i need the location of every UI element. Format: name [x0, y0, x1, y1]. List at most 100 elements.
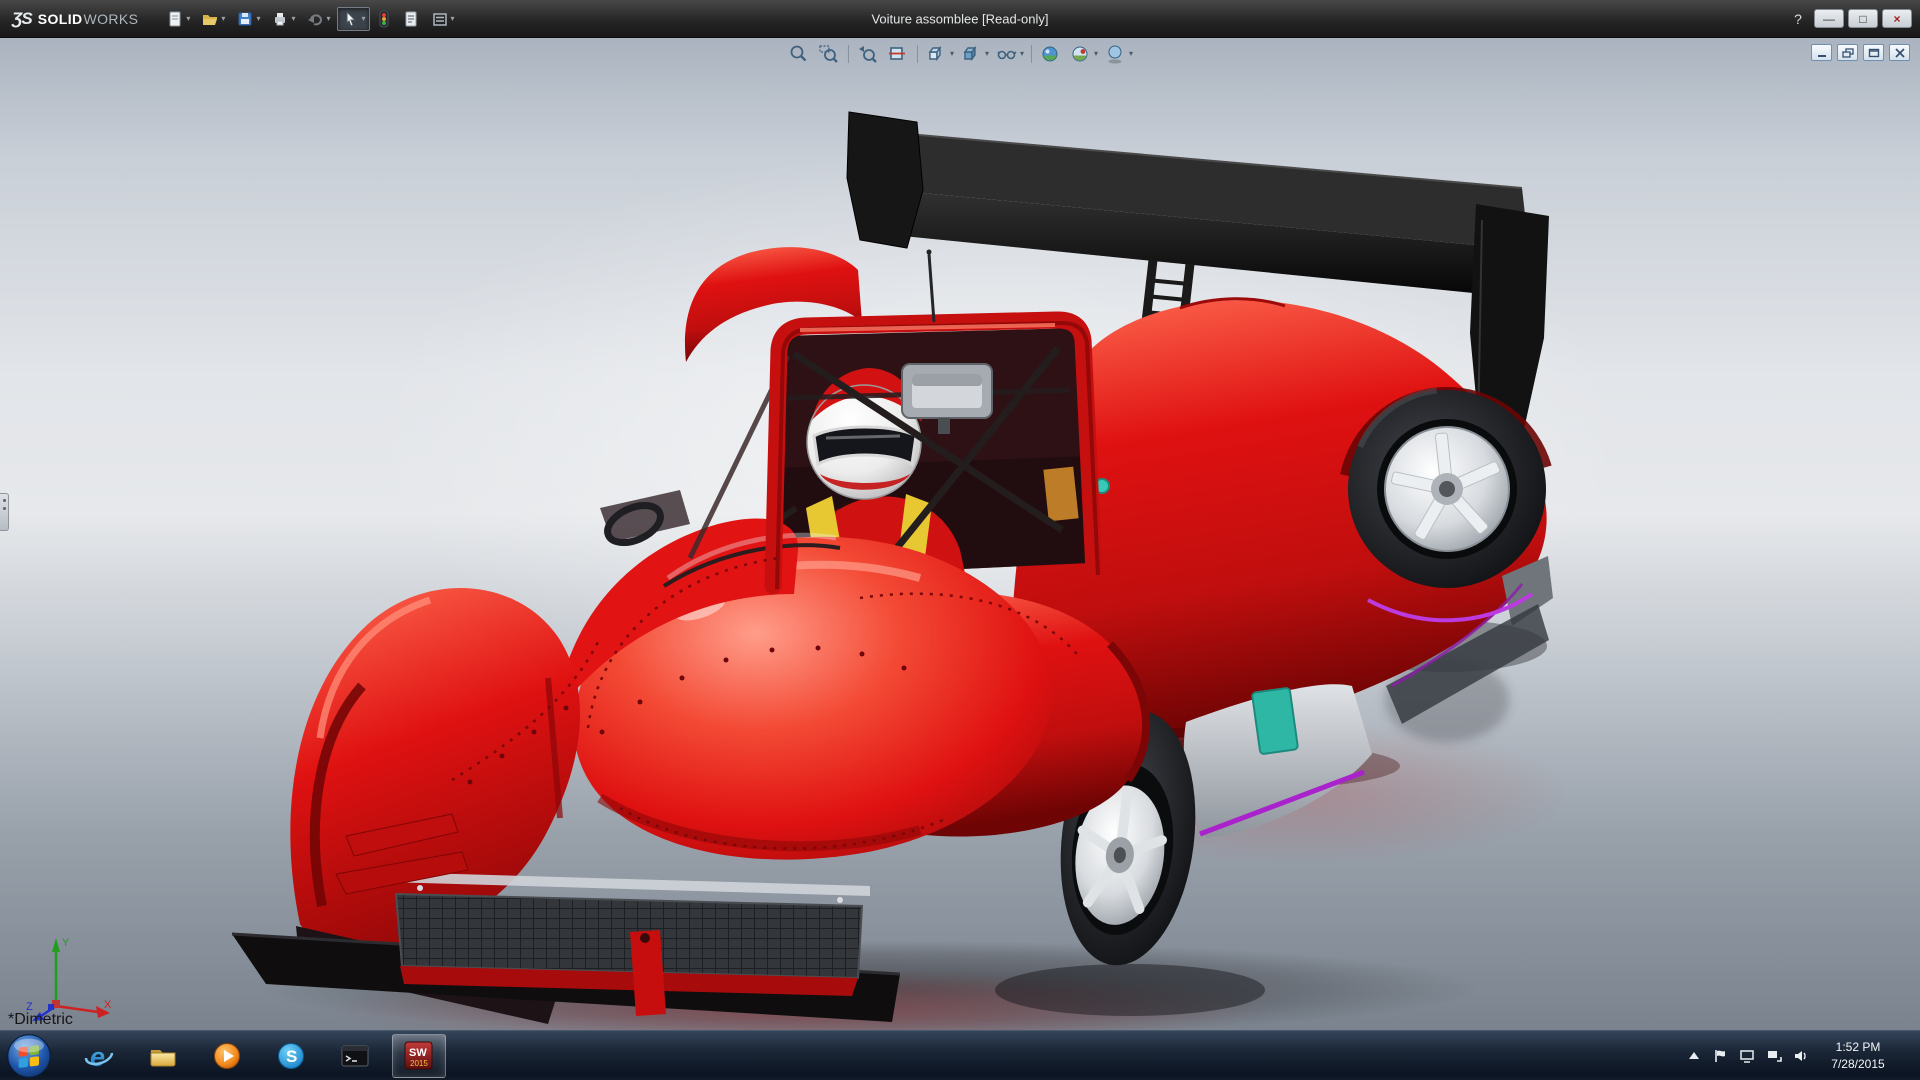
print-icon [271, 10, 289, 28]
doc-close-button[interactable] [1889, 44, 1910, 61]
doc-maximize-button[interactable] [1863, 44, 1884, 61]
save-floppy-icon [236, 10, 254, 28]
taskbar-item-command-prompt[interactable] [328, 1034, 382, 1078]
rebuild-traffic-light-icon [377, 10, 391, 28]
taskbar-item-internet-explorer[interactable]: e [72, 1034, 126, 1078]
minimize-button[interactable]: — [1814, 9, 1844, 28]
display-style-icon [960, 43, 984, 65]
svg-text:S: S [286, 1047, 297, 1066]
doc-maximize-icon [1868, 48, 1880, 58]
start-button[interactable] [6, 1033, 52, 1079]
taskbar-apps: e [72, 1031, 446, 1080]
doc-restore-icon [1842, 48, 1854, 58]
new-document-button[interactable]: ▾ [162, 7, 194, 31]
tray-action-center-button[interactable] [1712, 1048, 1728, 1064]
titlebar: ƷS SOLID WORKS ▾ ▾ [0, 0, 1920, 38]
view-orientation-cube-icon [925, 43, 949, 65]
save-button[interactable]: ▾ [232, 7, 264, 31]
select-button[interactable]: ▾ [337, 7, 369, 31]
taskbar-item-skype[interactable]: S [264, 1034, 318, 1078]
skype-icon: S [276, 1041, 306, 1071]
doc-minimize-button[interactable] [1811, 44, 1832, 61]
apply-scene-icon [1069, 43, 1093, 65]
left-front-fender [290, 588, 580, 945]
3d-scene-render[interactable] [0, 38, 1920, 1030]
undo-icon [306, 10, 324, 28]
options-icon [431, 10, 449, 28]
options-button[interactable]: ▾ [427, 7, 459, 31]
taskbar-item-media-player[interactable] [200, 1034, 254, 1078]
file-properties-button[interactable] [398, 7, 424, 31]
media-player-icon [212, 1041, 242, 1071]
apply-scene-button[interactable]: ▾ [1067, 42, 1100, 66]
undo-button[interactable]: ▾ [302, 7, 334, 31]
dassault-logo-icon: ƷS [12, 9, 32, 29]
flag-icon [1712, 1048, 1728, 1064]
previous-view-button[interactable] [854, 42, 882, 66]
doc-minimize-icon [1816, 48, 1828, 58]
feature-tree-collapsed-handle[interactable] [0, 493, 9, 531]
new-document-icon [166, 10, 184, 28]
tray-show-hidden-button[interactable] [1687, 1049, 1701, 1063]
rebuild-button[interactable] [373, 7, 395, 31]
nose-post [630, 930, 666, 1016]
view-settings-button[interactable]: ▾ [1102, 42, 1135, 66]
print-button[interactable]: ▾ [267, 7, 299, 31]
section-view-icon [886, 43, 910, 65]
antenna [929, 254, 934, 322]
svg-text:2015: 2015 [410, 1059, 428, 1068]
previous-view-icon [856, 43, 880, 65]
window-controls: ? — □ × [1786, 9, 1912, 29]
hide-show-items-button[interactable]: ▾ [993, 42, 1026, 66]
view-settings-icon [1104, 43, 1128, 65]
doc-restore-button[interactable] [1837, 44, 1858, 61]
zoom-to-fit-icon [787, 43, 811, 65]
view-orientation-label: *Dimetric [8, 1011, 73, 1029]
display-style-button[interactable]: ▾ [958, 42, 991, 66]
system-tray: 1:52 PM 7/28/2015 [1687, 1031, 1920, 1080]
view-orientation-button[interactable]: ▾ [923, 42, 956, 66]
display-icon [1739, 1048, 1755, 1064]
help-button[interactable]: ? [1786, 9, 1810, 29]
command-prompt-icon [340, 1042, 370, 1070]
folder-icon [148, 1042, 178, 1070]
tray-volume-button[interactable] [1793, 1048, 1809, 1064]
zoom-to-area-button[interactable] [815, 42, 843, 66]
edit-appearance-button[interactable] [1037, 42, 1065, 66]
svg-text:Y: Y [62, 937, 70, 949]
teal-accent-panel [1252, 688, 1298, 755]
show-desktop-button[interactable] [1907, 1031, 1920, 1080]
section-view-button[interactable] [884, 42, 912, 66]
zoom-to-area-icon [817, 43, 841, 65]
taskbar-item-windows-explorer[interactable] [136, 1034, 190, 1078]
toolbar-separator [917, 45, 918, 63]
speaker-icon [1793, 1048, 1809, 1064]
tray-display-button[interactable] [1739, 1048, 1755, 1064]
up-arrow-icon [1687, 1049, 1701, 1063]
toolbar-separator [848, 45, 849, 63]
orientation-triad: Y X Z [24, 928, 116, 1022]
window-title: Voiture assomblee [Read-only] [871, 11, 1048, 26]
screen: ƷS SOLID WORKS ▾ ▾ [0, 0, 1920, 1080]
viewport-3d[interactable]: ▾ ▾ ▾ [0, 38, 1920, 1030]
taskbar-clock[interactable]: 1:52 PM 7/28/2015 [1820, 1039, 1896, 1071]
close-button[interactable]: × [1882, 9, 1912, 28]
clock-time: 1:52 PM [1820, 1039, 1896, 1055]
tray-network-button[interactable] [1766, 1048, 1782, 1064]
headsup-view-toolbar: ▾ ▾ ▾ [785, 42, 1135, 66]
zoom-to-fit-button[interactable] [785, 42, 813, 66]
file-properties-icon [402, 10, 420, 28]
select-arrow-icon [341, 10, 359, 28]
toolbar-separator [1031, 45, 1032, 63]
windows-start-icon [6, 1033, 52, 1079]
internet-explorer-icon: e [84, 1041, 114, 1071]
taskbar-item-solidworks[interactable]: SW 2015 [392, 1034, 446, 1078]
open-button[interactable]: ▾ [197, 7, 229, 31]
maximize-button[interactable]: □ [1848, 9, 1878, 28]
brand-solid: SOLID [38, 11, 83, 27]
svg-text:e: e [90, 1042, 105, 1071]
clock-date: 7/28/2015 [1820, 1056, 1896, 1072]
svg-text:X: X [104, 999, 112, 1011]
taskbar: e [0, 1030, 1920, 1080]
appearance-sphere-icon [1039, 43, 1063, 65]
